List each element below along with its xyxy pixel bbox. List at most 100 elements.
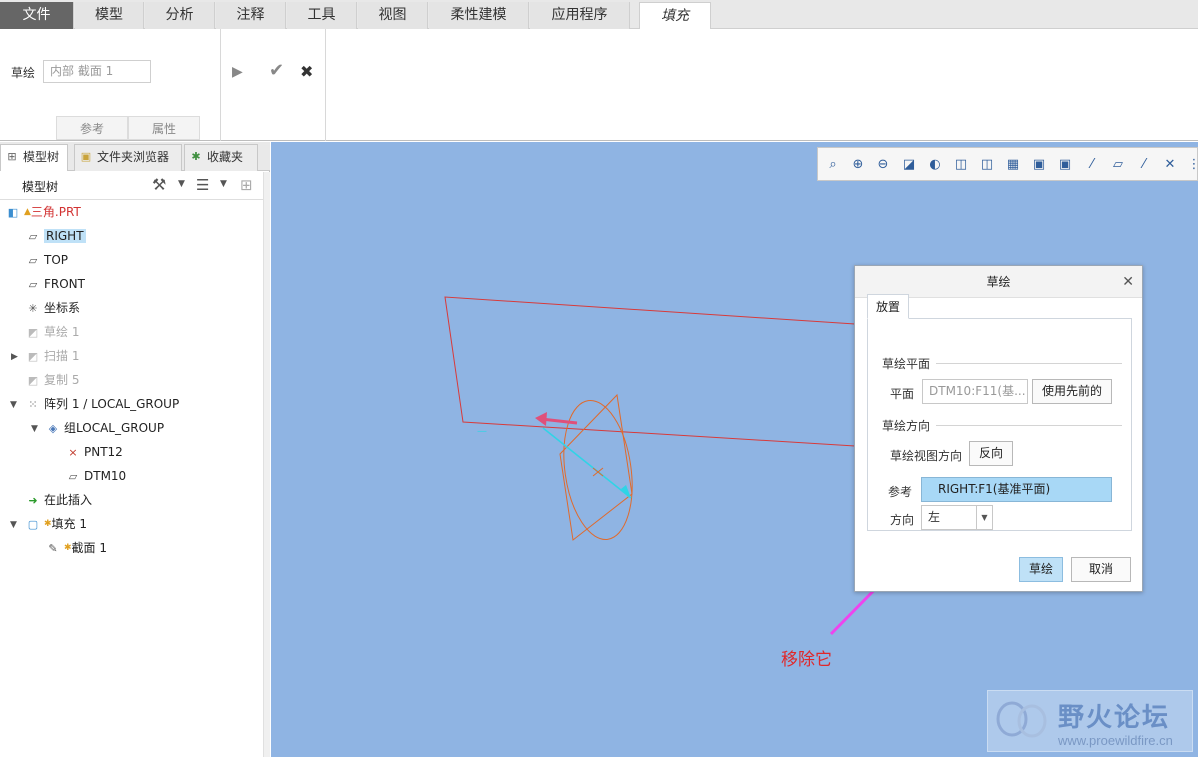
tree-item-label: 在此插入 bbox=[44, 493, 93, 507]
filter-icon[interactable]: ⊞ bbox=[240, 176, 253, 194]
tab-analysis[interactable]: 分析 bbox=[145, 2, 215, 29]
cancel-button[interactable]: 取消 bbox=[1071, 557, 1131, 582]
section-divider bbox=[936, 363, 1122, 364]
chevron-down-icon[interactable]: ▼ bbox=[178, 179, 185, 189]
tab-favorites-label: 收藏夹 bbox=[207, 150, 244, 164]
tree-item-label: 扫描 1 bbox=[44, 349, 80, 363]
tree-item-label: RIGHT bbox=[44, 229, 86, 243]
tab-model[interactable]: 模型 bbox=[75, 2, 144, 29]
datum-plane-outline bbox=[444, 296, 856, 447]
tree-item-pnt12[interactable]: × PNT12 bbox=[65, 442, 122, 462]
tab-view[interactable]: 视图 bbox=[358, 2, 428, 29]
folder-icon: ▣ bbox=[80, 150, 92, 163]
tree-item-label: FRONT bbox=[44, 277, 85, 291]
view-direction-label: 草绘视图方向 bbox=[890, 449, 963, 463]
insert-arrow-icon: ➜ bbox=[28, 494, 38, 507]
chevron-down-icon[interactable]: ▼ bbox=[976, 506, 992, 529]
tab-annotate[interactable]: 注释 bbox=[216, 2, 286, 29]
ribbon-divider bbox=[325, 29, 326, 141]
csys-icon: ✳ bbox=[28, 302, 38, 315]
new-feature-icon: ✱ bbox=[44, 519, 52, 529]
tree-item-pattern1[interactable]: ⁙ 阵列 1 / LOCAL_GROUP bbox=[25, 394, 179, 414]
tree-item-fill1[interactable]: ▢ ✱填充 1 bbox=[25, 514, 87, 534]
tab-properties[interactable]: 属性 bbox=[128, 116, 200, 140]
tree-item-label: 组LOCAL_GROUP bbox=[64, 421, 165, 435]
tree-item-sketch1[interactable]: ◩ 草绘 1 bbox=[25, 322, 80, 342]
model-tree-panel: ⊞ 模型树 ▣ 文件夹浏览器 ✱ 收藏夹 模型树 ⚒ ▼ ☰ ▼ ⊞ ◧ ▲三角.… bbox=[0, 142, 270, 757]
model-tree-toolbar: 模型树 ⚒ ▼ ☰ ▼ ⊞ bbox=[0, 172, 270, 200]
warning-icon: ▲ bbox=[24, 207, 31, 217]
butterfly-logo-icon bbox=[996, 701, 1047, 738]
model-tree-icon: ⊞ bbox=[7, 150, 17, 163]
datum-plane-icon: ▱ bbox=[28, 278, 38, 291]
tab-placement[interactable]: 放置 bbox=[867, 294, 909, 319]
sketch-collector[interactable]: 内部 截面 1 bbox=[43, 60, 151, 83]
reference-collector[interactable]: RIGHT:F1(基准平面) bbox=[921, 477, 1112, 502]
tree-item-group[interactable]: ◈ 组LOCAL_GROUP bbox=[45, 418, 164, 438]
tree-item-top[interactable]: ▱ TOP bbox=[25, 250, 68, 270]
expand-icon[interactable]: ▶ bbox=[11, 352, 18, 362]
pause-play-icon[interactable]: ▶ bbox=[232, 62, 243, 82]
tab-references[interactable]: 参考 bbox=[56, 116, 128, 140]
datum-plane-icon: ▱ bbox=[28, 230, 38, 243]
sketch-orientation-heading: 草绘方向 bbox=[882, 419, 931, 433]
confirm-check-icon[interactable]: ✔ bbox=[269, 61, 284, 81]
tab-folder-browser[interactable]: ▣ 文件夹浏览器 bbox=[74, 144, 182, 171]
collapse-icon[interactable]: ▼ bbox=[10, 520, 17, 530]
close-icon[interactable]: ✕ bbox=[1122, 266, 1134, 298]
collapse-icon[interactable]: ▼ bbox=[31, 424, 38, 434]
ribbon-tab-bar: 文件 模型 分析 注释 工具 视图 柔性建模 应用程序 填充 bbox=[0, 0, 1198, 30]
show-list-icon[interactable]: ☰ bbox=[196, 176, 209, 194]
sketch-plane-heading: 草绘平面 bbox=[882, 357, 931, 371]
tab-flexible-modeling[interactable]: 柔性建模 bbox=[429, 2, 529, 29]
tab-file[interactable]: 文件 bbox=[0, 2, 74, 29]
tree-item-front[interactable]: ▱ FRONT bbox=[25, 274, 85, 294]
group-icon: ◈ bbox=[48, 422, 58, 435]
chevron-down-icon[interactable]: ▼ bbox=[220, 179, 227, 189]
tree-item-label: 坐标系 bbox=[44, 301, 81, 315]
section-icon: ✎ bbox=[48, 542, 58, 555]
tree-item-label: DTM10 bbox=[84, 469, 127, 483]
tab-model-tree-label: 模型树 bbox=[23, 150, 60, 164]
section-divider bbox=[936, 425, 1122, 426]
tree-item-insert-here[interactable]: ➜ 在此插入 bbox=[25, 490, 92, 510]
sketch-ok-button[interactable]: 草绘 bbox=[1019, 557, 1063, 582]
direction-arrowhead-magenta bbox=[535, 412, 547, 426]
tree-item-dtm10[interactable]: ▱ DTM10 bbox=[65, 466, 126, 486]
orientation-value: 左 bbox=[928, 510, 941, 524]
collapse-icon[interactable]: ▼ bbox=[10, 400, 17, 410]
cancel-x-icon[interactable]: ✖ bbox=[300, 62, 313, 82]
tree-item-right[interactable]: ▱ RIGHT bbox=[25, 226, 86, 246]
tree-item-part[interactable]: ◧ ▲三角.PRT bbox=[5, 202, 81, 222]
sketch-dialog: 草绘 ✕ 放置 草绘平面 平面 DTM10:F11(基... 使用先前的 草绘方… bbox=[854, 265, 1143, 592]
navigator-tabs: ⊞ 模型树 ▣ 文件夹浏览器 ✱ 收藏夹 bbox=[0, 142, 270, 171]
tree-item-section1[interactable]: ✎ ✱截面 1 bbox=[45, 538, 107, 558]
ribbon-divider bbox=[220, 29, 221, 141]
plane-collector[interactable]: DTM10:F11(基... bbox=[922, 379, 1028, 404]
tree-item-copy5[interactable]: ◩ 复制 5 bbox=[25, 370, 80, 390]
tree-item-label: 复制 5 bbox=[44, 373, 80, 387]
tab-fill[interactable]: 填充 bbox=[639, 2, 711, 30]
tab-folder-browser-label: 文件夹浏览器 bbox=[97, 150, 170, 164]
settings-tools-icon[interactable]: ⚒ bbox=[152, 175, 166, 194]
ribbon-panel: 草绘 内部 截面 1 参考 属性 ▶ ✔ ✖ bbox=[0, 29, 1198, 141]
tree-item-label: TOP bbox=[44, 253, 69, 267]
sweep-icon: ◩ bbox=[27, 350, 39, 363]
flip-button[interactable]: 反向 bbox=[969, 441, 1013, 466]
tree-item-csys[interactable]: ✳ 坐标系 bbox=[25, 298, 80, 318]
use-previous-button[interactable]: 使用先前的 bbox=[1032, 379, 1112, 404]
model-tree-title: 模型树 bbox=[22, 180, 59, 194]
watermark-url: www.proewildfire.cn bbox=[1058, 733, 1173, 748]
tree-item-sweep1[interactable]: ◩ 扫描 1 bbox=[25, 346, 80, 366]
tab-favorites[interactable]: ✱ 收藏夹 bbox=[184, 144, 258, 171]
orientation-select[interactable]: 左 ▼ bbox=[921, 505, 993, 530]
part-icon: ◧ bbox=[7, 206, 19, 219]
tab-tools[interactable]: 工具 bbox=[287, 2, 357, 29]
tree-item-label: 截面 1 bbox=[71, 541, 107, 555]
tab-applications[interactable]: 应用程序 bbox=[530, 2, 630, 29]
tree-scrollbar[interactable] bbox=[263, 172, 270, 757]
new-feature-icon: ✱ bbox=[64, 543, 72, 553]
tree-item-label: 阵列 1 / LOCAL_GROUP bbox=[44, 397, 180, 411]
favorites-icon: ✱ bbox=[191, 150, 201, 163]
tab-model-tree[interactable]: ⊞ 模型树 bbox=[0, 144, 68, 171]
